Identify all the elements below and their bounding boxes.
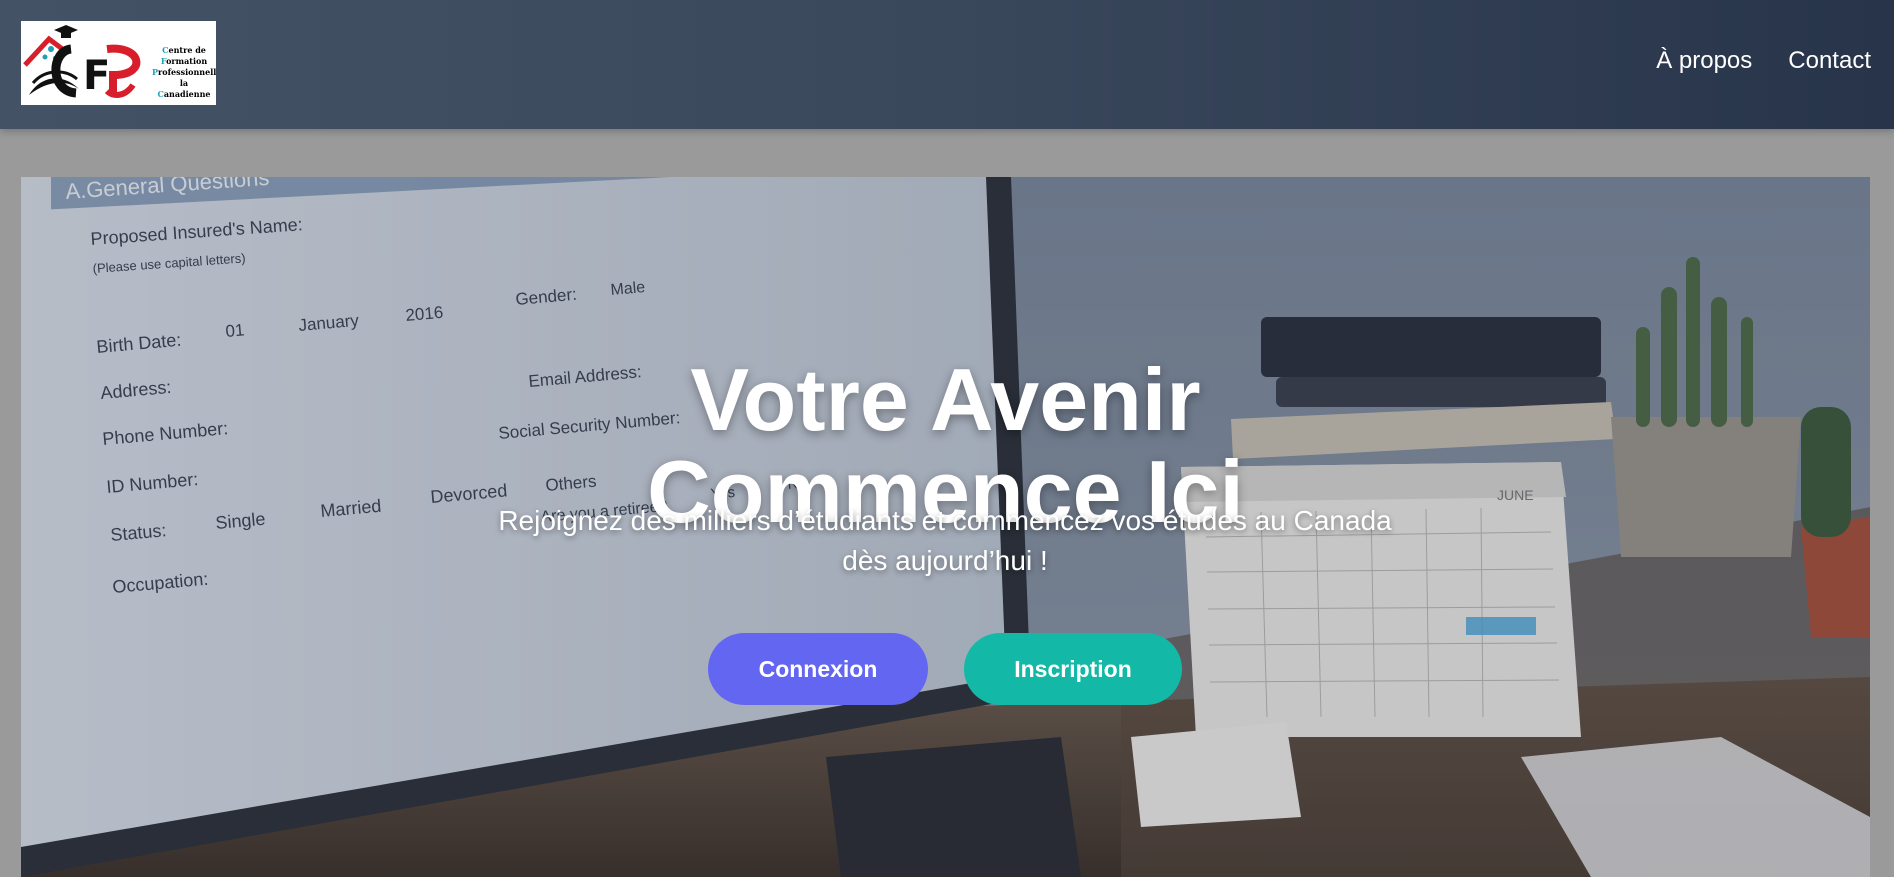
- main-nav: À propos Contact: [1656, 47, 1871, 75]
- signup-button[interactable]: Inscription: [964, 633, 1182, 705]
- login-button[interactable]: Connexion: [708, 633, 928, 705]
- navbar: F Centre de Formation Professionnelle la…: [0, 0, 1894, 129]
- hero-subtitle-line-1: Rejoignez des milliers d’étudiants et co…: [498, 505, 1392, 536]
- site-logo[interactable]: F Centre de Formation Professionnelle la…: [21, 21, 216, 105]
- nav-link-contact[interactable]: Contact: [1788, 47, 1871, 75]
- hero-section: A.General Questions Proposed Insured's N…: [21, 177, 1870, 877]
- hero-title-line-1: Votre Avenir: [690, 349, 1201, 449]
- hero-subtitle-line-2: dès aujourd’hui !: [842, 545, 1048, 576]
- nav-link-about[interactable]: À propos: [1656, 47, 1752, 75]
- hero-subtitle: Rejoignez des milliers d’étudiants et co…: [445, 501, 1445, 581]
- logo-text: Centre de Formation Professionnelle la C…: [152, 45, 216, 99]
- cfpc-logo-mark: F: [23, 25, 141, 99]
